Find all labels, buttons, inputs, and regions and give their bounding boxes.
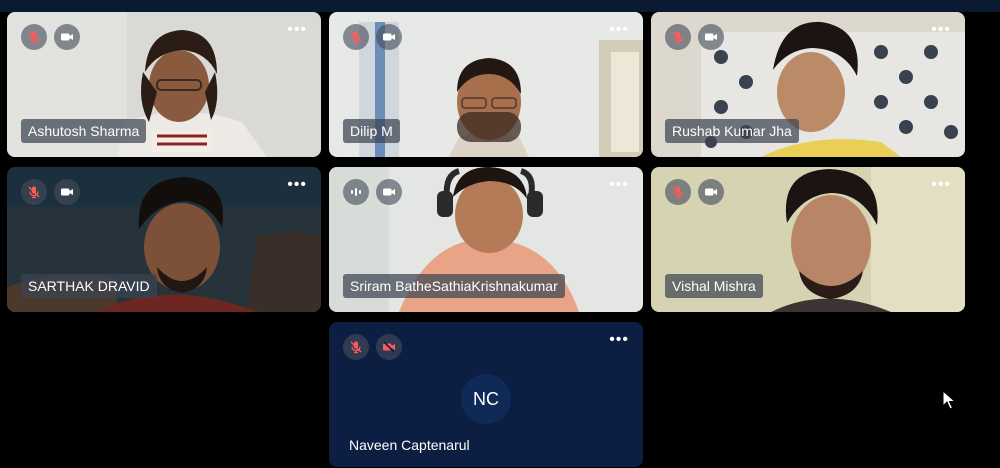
video-camera-icon (705, 188, 717, 196)
camera-button[interactable] (698, 24, 724, 50)
participant-name: Rushab Kumar Jha (665, 119, 799, 143)
camera-off-button[interactable] (376, 334, 402, 360)
mic-muted-button[interactable] (343, 24, 369, 50)
camera-button[interactable] (54, 179, 80, 205)
participant-name: Sriram BatheSathiaKrishnakumar (343, 274, 565, 298)
participant-name: SARTHAK DRAVID (21, 274, 157, 298)
participant-tile-ashutosh-sharma[interactable]: ••• Ashutosh Sharma (7, 12, 321, 157)
mic-speaking-icon (351, 188, 361, 196)
video-camera-off-icon (383, 341, 395, 353)
participant-name: Vishal Mishra (665, 274, 763, 298)
camera-button[interactable] (54, 24, 80, 50)
participant-tile-naveen-captenarul[interactable]: ••• NC Naveen Captenarul (329, 322, 643, 467)
mic-muted-button[interactable] (21, 179, 47, 205)
avatar: NC (461, 374, 511, 424)
video-camera-icon (61, 188, 73, 196)
participant-name: Dilip M (343, 119, 400, 143)
mic-off-icon (28, 186, 40, 199)
more-options-icon[interactable]: ••• (609, 177, 629, 193)
camera-button[interactable] (376, 24, 402, 50)
mic-muted-button[interactable] (665, 24, 691, 50)
camera-button[interactable] (376, 179, 402, 205)
video-camera-icon (383, 33, 395, 41)
more-options-icon[interactable]: ••• (931, 22, 951, 38)
mic-off-icon (672, 31, 684, 44)
mic-muted-button[interactable] (343, 334, 369, 360)
top-bar (0, 0, 1000, 12)
participant-tile-vishal-mishra[interactable]: ••• Vishal Mishra (651, 167, 965, 312)
mic-muted-button[interactable] (21, 24, 47, 50)
more-options-icon[interactable]: ••• (931, 177, 951, 193)
participant-tile-sarthak-dravid[interactable]: ••• SARTHAK DRAVID (7, 167, 321, 312)
mic-speaking-button[interactable] (343, 179, 369, 205)
participant-name: Ashutosh Sharma (21, 119, 147, 143)
more-options-icon[interactable]: ••• (609, 22, 629, 38)
mic-off-icon (28, 31, 40, 44)
mic-muted-button[interactable] (665, 179, 691, 205)
mic-off-icon (672, 186, 684, 199)
video-camera-icon (61, 33, 73, 41)
camera-button[interactable] (698, 179, 724, 205)
participant-tile-rushab-kumar-jha[interactable]: ••• Rushab Kumar Jha (651, 12, 965, 157)
more-options-icon[interactable]: ••• (287, 177, 307, 193)
mic-off-icon (350, 341, 362, 354)
mouse-pointer-icon (942, 390, 956, 410)
more-options-icon[interactable]: ••• (287, 22, 307, 38)
mic-off-icon (350, 31, 362, 44)
participant-name: Naveen Captenarul (349, 437, 470, 453)
video-camera-icon (383, 188, 395, 196)
participant-tile-dilip-m[interactable]: ••• Dilip M (329, 12, 643, 157)
participant-tile-sriram[interactable]: ••• Sriram BatheSathiaKrishnakumar (329, 167, 643, 312)
more-options-icon[interactable]: ••• (609, 332, 629, 348)
video-camera-icon (705, 33, 717, 41)
